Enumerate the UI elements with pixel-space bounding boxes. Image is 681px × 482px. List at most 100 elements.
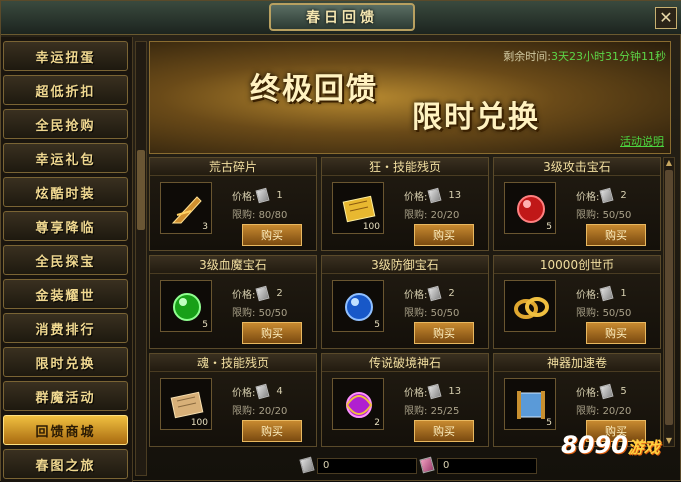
window-title: 春日回馈 [269, 3, 415, 31]
item-price: 价格: 13 [404, 383, 461, 400]
item-price: 价格: 1 [232, 187, 283, 204]
buy-button[interactable]: 购买 [242, 224, 302, 246]
item-slot[interactable]: 100 [160, 378, 212, 430]
sidebar-item-flash-buy[interactable]: 全民抢购 [3, 109, 128, 139]
buy-button[interactable]: 购买 [586, 322, 646, 344]
item-price: 价格: 1 [576, 285, 627, 302]
item-slot[interactable]: 5 [160, 280, 212, 332]
item-card: 魂・技能残页 100 价格: 4 限购: 20/20 购买 [149, 353, 317, 447]
item-name: 3级血魔宝石 [150, 256, 316, 274]
item-slot[interactable]: 5 [504, 182, 556, 234]
red-gem-icon [517, 195, 545, 223]
item-limit: 限购: 50/50 [576, 308, 632, 319]
scroll-down-icon[interactable]: ▼ [665, 437, 673, 445]
sidebar: 幸运扭蛋 超低折扣 全民抢购 幸运礼包 炫酷时装 尊享降临 全民探宝 金装耀世 … [1, 37, 133, 482]
item-price: 价格: 2 [404, 285, 455, 302]
sidebar-item-exchange[interactable]: 限时兑换 [3, 347, 128, 377]
item-limit: 限购: 50/50 [576, 210, 632, 221]
banner-title-left: 终极回馈 [250, 72, 378, 107]
item-grid: 荒古碎片 3 价格: 1 限购: 80/80 购买 狂・技能残页 100 价格: 1… [149, 157, 661, 447]
item-card: 3级攻击宝石 5 价格: 2 限购: 50/50 购买 [493, 157, 661, 251]
coupon-icon [427, 383, 442, 400]
remaining-time-value: 3天23小时31分钟11秒 [551, 50, 666, 63]
item-name: 10000创世币 [494, 256, 660, 274]
item-quantity: 3 [202, 222, 208, 232]
item-quantity: 100 [190, 418, 208, 428]
scroll-up-icon[interactable]: ▲ [665, 159, 673, 167]
buy-button[interactable]: 购买 [242, 322, 302, 344]
item-name: 神器加速卷 [494, 354, 660, 372]
item-slot[interactable]: 5 [504, 378, 556, 430]
item-quantity: 5 [202, 320, 208, 330]
purple-stone-icon [346, 392, 373, 418]
sidebar-item-lucky-pack[interactable]: 幸运礼包 [3, 143, 128, 173]
close-button[interactable]: ✕ [655, 7, 677, 29]
remaining-time: 剩余时间:3天23小时31分钟11秒 [503, 48, 666, 64]
item-slot[interactable]: 2 [332, 378, 384, 430]
item-price: 价格: 13 [404, 187, 461, 204]
grid-scroll-thumb[interactable] [665, 170, 673, 425]
item-card: 3级防御宝石 5 价格: 2 限购: 50/50 购买 [321, 255, 489, 349]
sidebar-item-lucky-gacha[interactable]: 幸运扭蛋 [3, 41, 128, 71]
buy-button[interactable]: 购买 [414, 420, 474, 442]
item-slot[interactable]: 3 [160, 182, 212, 234]
item-limit: 限购: 25/25 [404, 406, 460, 417]
item-price: 价格: 2 [232, 285, 283, 302]
coin-rings-icon [514, 297, 549, 319]
buy-button[interactable]: 购买 [414, 322, 474, 344]
item-quantity: 5 [374, 320, 380, 330]
sidebar-scroll-thumb[interactable] [137, 150, 145, 230]
coupon-icon [255, 383, 270, 400]
sidebar-item-gold-gear[interactable]: 金装耀世 [3, 279, 128, 309]
reward-window: 春日回馈 ✕ 幸运扭蛋 超低折扣 全民抢购 幸运礼包 炫酷时装 尊享降临 全民探… [0, 0, 681, 482]
green-gem-icon [173, 293, 201, 321]
item-card: 狂・技能残页 100 价格: 13 限购: 20/20 购买 [321, 157, 489, 251]
sidebar-item-demon-event[interactable]: 群魔活动 [3, 381, 128, 411]
grid-scrollbar[interactable]: ▲ ▼ [663, 157, 675, 447]
item-name: 荒古碎片 [150, 158, 316, 176]
sidebar-item-ranking[interactable]: 消费排行 [3, 313, 128, 343]
blue-gem-icon [345, 293, 373, 321]
item-limit: 限购: 20/20 [232, 406, 288, 417]
item-name: 魂・技能残页 [150, 354, 316, 372]
buy-button[interactable]: 购买 [414, 224, 474, 246]
sidebar-item-vip[interactable]: 尊享降临 [3, 211, 128, 241]
sidebar-item-spring-journey[interactable]: 春图之旅 [3, 449, 128, 479]
item-name: 狂・技能残页 [322, 158, 488, 176]
item-limit: 限购: 20/20 [576, 406, 632, 417]
buy-button[interactable]: 购买 [586, 224, 646, 246]
pink-coupon-icon [419, 456, 435, 474]
coupon-icon [427, 187, 442, 204]
item-card: 传说破境神石 2 价格: 13 限购: 25/25 购买 [321, 353, 489, 447]
item-price: 价格: 2 [576, 187, 627, 204]
buy-button[interactable]: 购买 [242, 420, 302, 442]
item-slot[interactable]: 100 [332, 182, 384, 234]
item-slot[interactable]: 5 [332, 280, 384, 332]
pink-coupon-count: 0 [437, 458, 537, 474]
sidebar-item-reward-mall[interactable]: 回馈商城 [3, 415, 128, 445]
item-quantity: 5 [546, 418, 552, 428]
title-bar: 春日回馈 ✕ [1, 1, 681, 35]
remaining-time-label: 剩余时间: [503, 50, 551, 63]
item-name: 3级攻击宝石 [494, 158, 660, 176]
sidebar-item-discount[interactable]: 超低折扣 [3, 75, 128, 105]
item-slot[interactable] [504, 280, 556, 332]
banner-title-right: 限时兑换 [412, 100, 540, 135]
shard-icon [171, 196, 202, 224]
silver-coupon-count: 0 [317, 458, 417, 474]
sidebar-scrollbar[interactable] [135, 41, 147, 476]
item-quantity: 5 [546, 222, 552, 232]
item-name: 传说破境神石 [322, 354, 488, 372]
item-quantity: 2 [374, 418, 380, 428]
site-watermark: 8090游戏 [561, 431, 660, 459]
item-price: 价格: 4 [232, 383, 283, 400]
event-rules-link[interactable]: 活动说明 [620, 133, 664, 149]
sidebar-item-treasure[interactable]: 全民探宝 [3, 245, 128, 275]
coupon-icon [255, 285, 270, 302]
map-scroll-icon [517, 391, 545, 419]
item-card: 3级血魔宝石 5 价格: 2 限购: 50/50 购买 [149, 255, 317, 349]
sidebar-item-fashion[interactable]: 炫酷时装 [3, 177, 128, 207]
item-limit: 限购: 50/50 [404, 308, 460, 319]
close-icon: ✕ [659, 8, 673, 27]
coupon-icon [599, 285, 614, 302]
